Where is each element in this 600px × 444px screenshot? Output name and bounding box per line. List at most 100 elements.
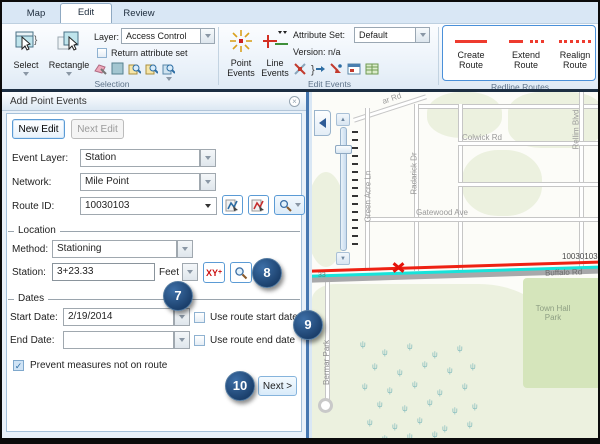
line-events-button[interactable]: Line Events xyxy=(258,29,292,85)
layer-select-arrow[interactable] xyxy=(201,28,215,44)
selection-options-icon[interactable] xyxy=(162,62,175,75)
app-window: Map Edit Review } Select xyxy=(0,0,600,444)
clear-route-selection-button[interactable] xyxy=(248,195,269,215)
marsh-symbol: ψ xyxy=(382,434,388,438)
clear-route-map-icon xyxy=(251,198,266,213)
network-select-arrow[interactable] xyxy=(200,173,216,191)
station-zoom-button[interactable] xyxy=(230,262,252,283)
network-select[interactable]: Mile Point xyxy=(80,173,200,191)
merge-event-icon[interactable]: } xyxy=(311,62,325,76)
split-event-icon[interactable] xyxy=(293,62,307,76)
marsh-symbol: ψ xyxy=(402,404,408,413)
point-events-icon xyxy=(229,29,253,53)
chevron-down-icon xyxy=(182,247,188,251)
route-id-label: Route ID: xyxy=(12,201,54,212)
tab-review[interactable]: Review xyxy=(114,5,164,23)
new-edit-button[interactable]: New Edit xyxy=(12,119,65,139)
marsh-symbol: ψ xyxy=(437,388,443,397)
attribute-set-label: Attribute Set: xyxy=(293,30,345,40)
attributes-window-icon[interactable] xyxy=(347,62,361,76)
callout-7: 7 xyxy=(163,281,193,311)
marsh-symbol: ψ xyxy=(407,342,413,351)
attribute-set-select-arrow[interactable] xyxy=(416,27,430,43)
marsh-symbol: ψ xyxy=(472,402,478,411)
select-route-on-map-button[interactable] xyxy=(222,195,243,215)
town-hall-park-label: Town Hall Park xyxy=(531,304,575,322)
station-units-value: Feet xyxy=(159,267,179,278)
realign-route-label: Realign Route xyxy=(556,50,594,71)
create-route-button[interactable]: Create Route xyxy=(446,28,496,76)
close-icon[interactable]: × xyxy=(289,96,300,107)
route-id-combo[interactable]: 10030103 xyxy=(80,197,217,215)
attribute-set-select[interactable]: Default xyxy=(354,27,416,43)
marsh-symbol: ψ xyxy=(382,348,388,357)
select-tool-icon: } xyxy=(13,29,39,55)
point-events-button[interactable]: Point Events xyxy=(224,29,258,85)
snap-event-icon[interactable] xyxy=(329,62,343,76)
marsh-symbol: ψ xyxy=(392,422,398,431)
clear-selection-icon[interactable] xyxy=(94,62,107,75)
chevron-down-icon xyxy=(179,315,185,319)
end-date-label: End Date: xyxy=(10,335,54,346)
select-button[interactable]: } Select xyxy=(8,29,44,81)
method-select[interactable]: Stationing xyxy=(52,240,177,258)
end-date-calendar-arrow[interactable] xyxy=(174,331,190,349)
zoom-in-button[interactable]: ▲ xyxy=(336,113,350,126)
network-label: Network: xyxy=(12,177,51,188)
chevron-down-icon xyxy=(205,156,211,160)
next-edit-button[interactable]: Next Edit xyxy=(71,119,124,139)
zoom-to-selection-icon[interactable] xyxy=(128,62,141,75)
start-date-input[interactable]: 2/19/2014 xyxy=(63,308,174,326)
marsh-symbol: ψ xyxy=(372,362,378,371)
realign-route-icon xyxy=(559,40,591,43)
marsh-symbol: ψ xyxy=(417,416,423,425)
tab-edit[interactable]: Edit xyxy=(60,3,112,24)
route-id-combo-arrow[interactable] xyxy=(205,204,211,208)
units-select-arrow[interactable] xyxy=(182,263,198,281)
dates-legend: Dates xyxy=(14,293,48,304)
pan-to-selection-icon[interactable] xyxy=(145,62,158,75)
station-input[interactable]: 3+23.33 xyxy=(52,263,155,281)
marsh-symbol: ψ xyxy=(367,418,373,427)
version-label: Version: n/a xyxy=(293,47,341,57)
end-date-input[interactable] xyxy=(63,331,174,349)
layer-select[interactable]: Access Control xyxy=(121,28,201,44)
rectangle-button[interactable]: Rectangle xyxy=(46,29,92,81)
use-route-start-date-checkbox[interactable] xyxy=(194,312,205,323)
tab-map[interactable]: Map xyxy=(16,5,56,23)
rectangle-tool-icon xyxy=(56,29,82,55)
event-layer-select-arrow[interactable] xyxy=(200,149,216,167)
xy-coordinates-button[interactable]: XY+ xyxy=(203,262,225,283)
zoom-slider-thumb[interactable] xyxy=(335,145,352,154)
select-all-icon[interactable] xyxy=(111,62,124,75)
rellim-blvd-label: Rellim Blvd xyxy=(572,109,581,149)
marsh-symbol: ψ xyxy=(452,406,458,415)
collapse-panel-tab[interactable] xyxy=(314,110,331,136)
event-layer-label: Event Layer: xyxy=(12,153,68,164)
marsh-symbol: ψ xyxy=(432,430,438,438)
return-attribute-set-checkbox[interactable] xyxy=(97,48,107,58)
method-select-arrow[interactable] xyxy=(177,240,193,258)
use-route-start-date-label: Use route start date xyxy=(210,312,298,323)
zoom-out-button[interactable]: ▼ xyxy=(336,252,350,265)
map-viewport[interactable]: Town Hall Park ar Rd Colwick Rd Gatewood… xyxy=(312,92,598,438)
event-layer-select[interactable]: Station xyxy=(80,149,200,167)
svg-text:}: } xyxy=(311,64,315,76)
layer-label: Layer: xyxy=(94,32,119,42)
chevron-down-icon xyxy=(295,203,301,207)
return-attribute-set-label: Return attribute set xyxy=(111,48,188,58)
select-route-map-icon xyxy=(225,198,240,213)
route-zoom-menu-button[interactable] xyxy=(274,195,305,215)
marsh-symbol: ψ xyxy=(457,344,463,353)
extend-route-button[interactable]: Extend Route xyxy=(500,28,552,76)
ribbon-tab-bar: Map Edit Review xyxy=(2,2,598,24)
next-button[interactable]: Next > xyxy=(258,376,297,396)
event-table-icon[interactable] xyxy=(365,62,379,76)
prevent-measures-checkbox[interactable]: ✓ xyxy=(13,360,24,371)
edit-events-group-label: Edit Events xyxy=(222,79,437,89)
marsh-symbol: ψ xyxy=(467,420,473,429)
realign-route-button[interactable]: Realign Route xyxy=(556,28,594,76)
select-label: Select xyxy=(8,60,44,70)
zoom-slider-ticks xyxy=(352,131,358,247)
use-route-end-date-checkbox[interactable] xyxy=(194,335,205,346)
